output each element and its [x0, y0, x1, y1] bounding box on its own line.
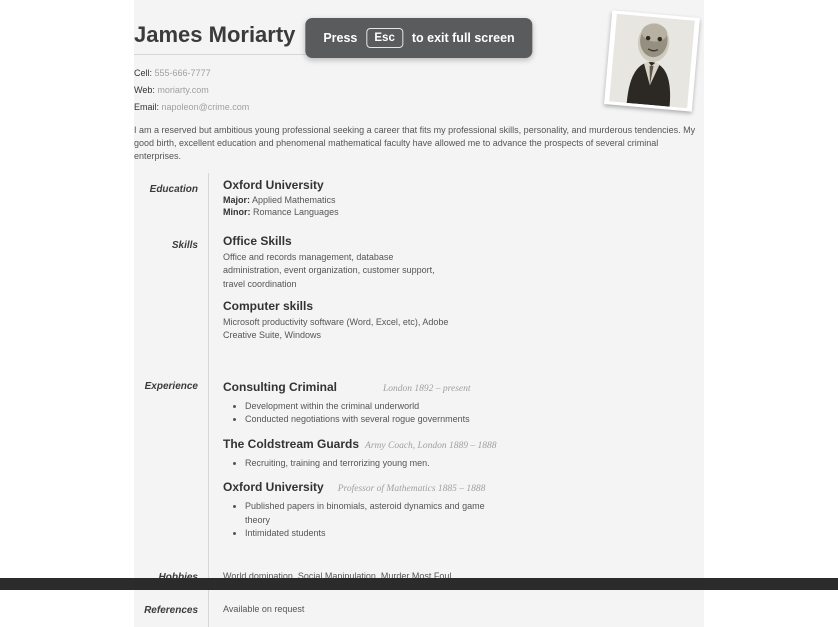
skills-group1-desc: Office and records management, database …: [223, 251, 453, 290]
list-item: Intimidated students: [245, 527, 505, 541]
fs-press-text: Press: [323, 31, 357, 45]
skills-group1-title: Office Skills: [223, 234, 704, 248]
references-text: Available on request: [223, 604, 304, 614]
job2-title: The Coldstream Guards: [223, 437, 359, 451]
list-item: Published papers in binomials, asteroid …: [245, 500, 505, 527]
email-link[interactable]: napoleon@crime.com: [162, 102, 250, 112]
portrait-photo: [604, 10, 700, 111]
resume-page: James Moriarty Cell: 555-666-7777 Web: m…: [134, 0, 704, 627]
web-label: Web:: [134, 85, 155, 95]
list-item: Development within the criminal underwor…: [245, 400, 505, 414]
job1-sub: London 1892 – present: [383, 384, 471, 394]
minor-label: Minor:: [223, 207, 251, 217]
cell-label: Cell:: [134, 68, 152, 78]
email-label: Email:: [134, 102, 159, 112]
skills-group2-title: Computer skills: [223, 299, 704, 313]
minor-value: Romance Languages: [253, 207, 339, 217]
section-education: Education: [150, 184, 198, 195]
job1-title: Consulting Criminal: [223, 380, 337, 394]
summary-text: I am a reserved but ambitious young prof…: [134, 124, 704, 163]
cell-value: 555-666-7777: [155, 68, 211, 78]
list-item: Recruiting, training and terrorizing you…: [245, 457, 505, 471]
job3-sub: Professor of Mathematics 1885 – 1888: [338, 484, 486, 494]
footer-bar: [0, 578, 838, 590]
skills-group2-desc: Microsoft productivity software (Word, E…: [223, 316, 453, 342]
section-references: References: [144, 605, 198, 616]
fs-rest-text: to exit full screen: [412, 31, 515, 45]
major-value: Applied Mathematics: [252, 195, 336, 205]
section-skills: Skills: [172, 240, 198, 251]
web-link[interactable]: moriarty.com: [157, 85, 208, 95]
job2-sub: Army Coach, London 1889 – 1888: [365, 441, 496, 451]
esc-key-icon: Esc: [366, 28, 402, 48]
major-label: Major:: [223, 195, 250, 205]
job3-title: Oxford University: [223, 480, 324, 494]
fullscreen-hint: Press Esc to exit full screen: [305, 18, 532, 58]
section-experience: Experience: [145, 381, 198, 392]
list-item: Conducted negotiations with several rogu…: [245, 413, 505, 427]
education-school: Oxford University: [223, 178, 704, 192]
